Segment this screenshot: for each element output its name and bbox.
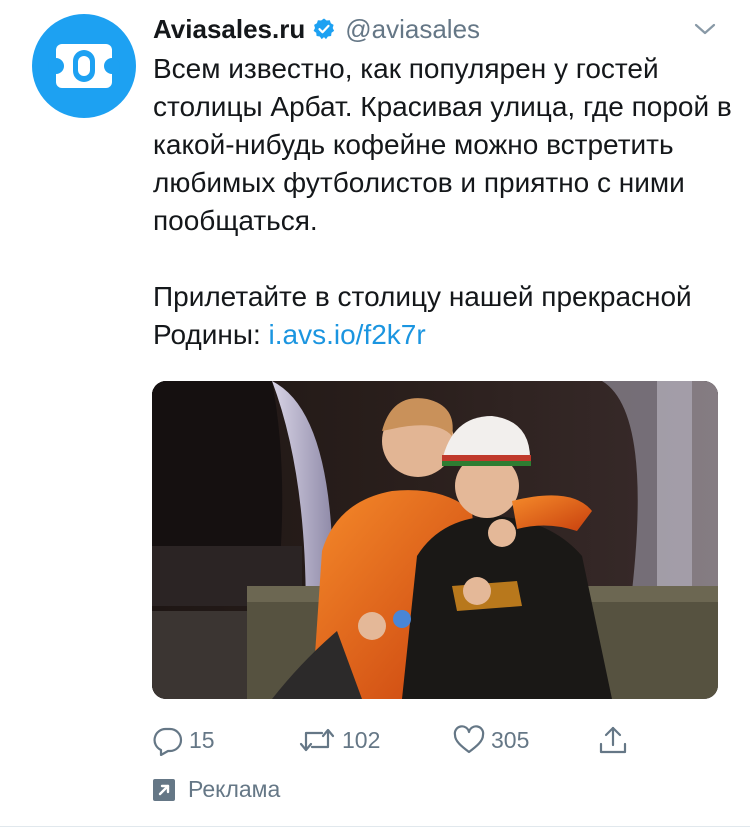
share-button[interactable]	[597, 722, 629, 758]
tweet-photo[interactable]	[152, 381, 718, 699]
reply-icon	[153, 727, 183, 756]
verified-badge-icon	[312, 17, 336, 41]
tweet-link[interactable]: i.avs.io/f2k7r	[269, 319, 426, 350]
promoted-arrow-icon	[153, 778, 175, 801]
chevron-down-icon[interactable]	[692, 18, 718, 45]
tweet-paragraph-2: Прилетайте в столицу нашей прекрасной Ро…	[153, 278, 733, 354]
tweet-actions: 15 102 305	[152, 722, 642, 758]
tweet-text: Всем известно, как популярен у гостей ст…	[153, 50, 733, 354]
share-icon	[599, 726, 627, 754]
avatar[interactable]	[32, 14, 136, 118]
retweet-icon	[299, 728, 335, 752]
reply-button[interactable]: 15	[152, 722, 215, 758]
tweet-paragraph-1: Всем известно, как популярен у гостей ст…	[153, 53, 732, 236]
tweet-header: Aviasales.ru @aviasales	[153, 12, 730, 46]
divider	[0, 826, 750, 827]
heart-icon	[453, 725, 485, 754]
like-button[interactable]: 305	[452, 722, 529, 758]
promoted-label[interactable]: Реклама	[152, 776, 280, 803]
handle[interactable]: @aviasales	[345, 14, 480, 45]
retweet-button[interactable]: 102	[297, 722, 380, 758]
like-count: 305	[491, 726, 530, 753]
reply-count: 15	[189, 726, 215, 753]
retweet-count: 102	[342, 726, 381, 753]
display-name[interactable]: Aviasales.ru	[153, 14, 305, 45]
promoted-text: Реклама	[188, 776, 281, 802]
aviasales-logo-icon	[48, 44, 120, 88]
